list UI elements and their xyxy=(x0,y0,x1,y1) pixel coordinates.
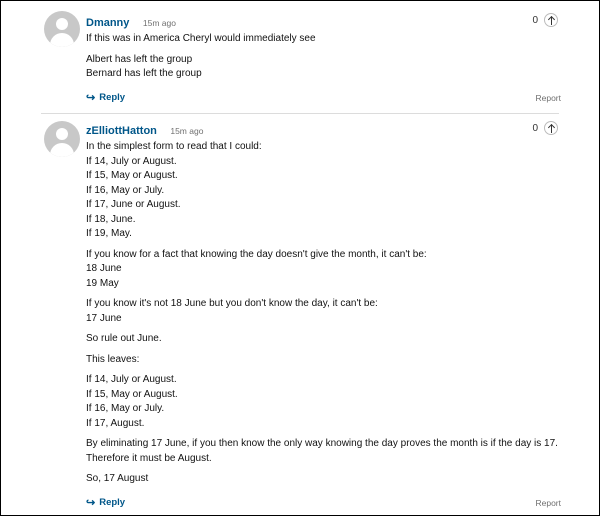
avatar-head xyxy=(56,18,68,30)
arrow-up-circle-icon[interactable] xyxy=(544,13,558,27)
comment-paragraph: In the simplest form to read that I coul… xyxy=(86,141,262,239)
comment-paragraph: This leaves: xyxy=(86,353,140,365)
avatar-body xyxy=(50,143,74,157)
report-link[interactable]: Report xyxy=(535,93,561,103)
comment: zElliottHatton 15m ago 0 In the simplest… xyxy=(1,113,600,517)
arrow-up-circle-icon[interactable] xyxy=(544,121,558,135)
comment-paragraph: If this was in America Cheryl would imme… xyxy=(86,33,316,44)
comment-paragraph: If you know it's not 18 June but you don… xyxy=(86,298,378,324)
comment-paragraph: By eliminating 17 June, if you then know… xyxy=(86,438,558,464)
username-link[interactable]: Dmanny xyxy=(86,17,129,29)
recommend-control: 0 xyxy=(532,13,558,27)
reply-button[interactable]: ↪ Reply xyxy=(86,91,125,104)
reply-label: Reply xyxy=(99,92,126,103)
avatar-body xyxy=(50,33,74,47)
timestamp[interactable]: 15m ago xyxy=(143,18,176,28)
recommend-control: 0 xyxy=(532,121,558,135)
recommend-count: 0 xyxy=(532,122,538,134)
comment-paragraph: If 14, July or August. If 15, May or Aug… xyxy=(86,374,178,429)
comment-paragraph: Albert has left the group Bernard has le… xyxy=(86,53,202,80)
arrow-reply-icon: ↪ xyxy=(86,497,96,509)
default-avatar-icon[interactable] xyxy=(44,11,80,47)
comment-paragraph: So, 17 August xyxy=(86,473,149,484)
comment-paragraph: If you know for a fact that knowing the … xyxy=(86,248,427,289)
reply-label: Reply xyxy=(99,497,126,508)
comment-body: If this was in America Cheryl would imme… xyxy=(86,32,561,88)
recommend-count: 0 xyxy=(532,14,538,26)
page-frame: Dmanny 15m ago 0 If this was in America … xyxy=(0,0,600,516)
timestamp[interactable]: 15m ago xyxy=(170,126,203,136)
arrow-reply-icon: ↪ xyxy=(86,92,96,104)
comment: Dmanny 15m ago 0 If this was in America … xyxy=(1,1,600,113)
report-link[interactable]: Report xyxy=(535,498,561,508)
reply-button[interactable]: ↪ Reply xyxy=(86,496,125,509)
avatar-head xyxy=(56,128,68,140)
comment-actions: ↪ Reply Report xyxy=(86,91,561,104)
comment-actions: ↪ Reply Report xyxy=(86,496,561,509)
default-avatar-icon[interactable] xyxy=(44,121,80,157)
comment-paragraph: So rule out June. xyxy=(86,333,162,344)
comment-meta: Dmanny 15m ago xyxy=(86,13,176,31)
username-link[interactable]: zElliottHatton xyxy=(86,125,157,137)
comment-body: In the simplest form to read that I coul… xyxy=(86,140,561,493)
comment-meta: zElliottHatton 15m ago xyxy=(86,121,203,139)
